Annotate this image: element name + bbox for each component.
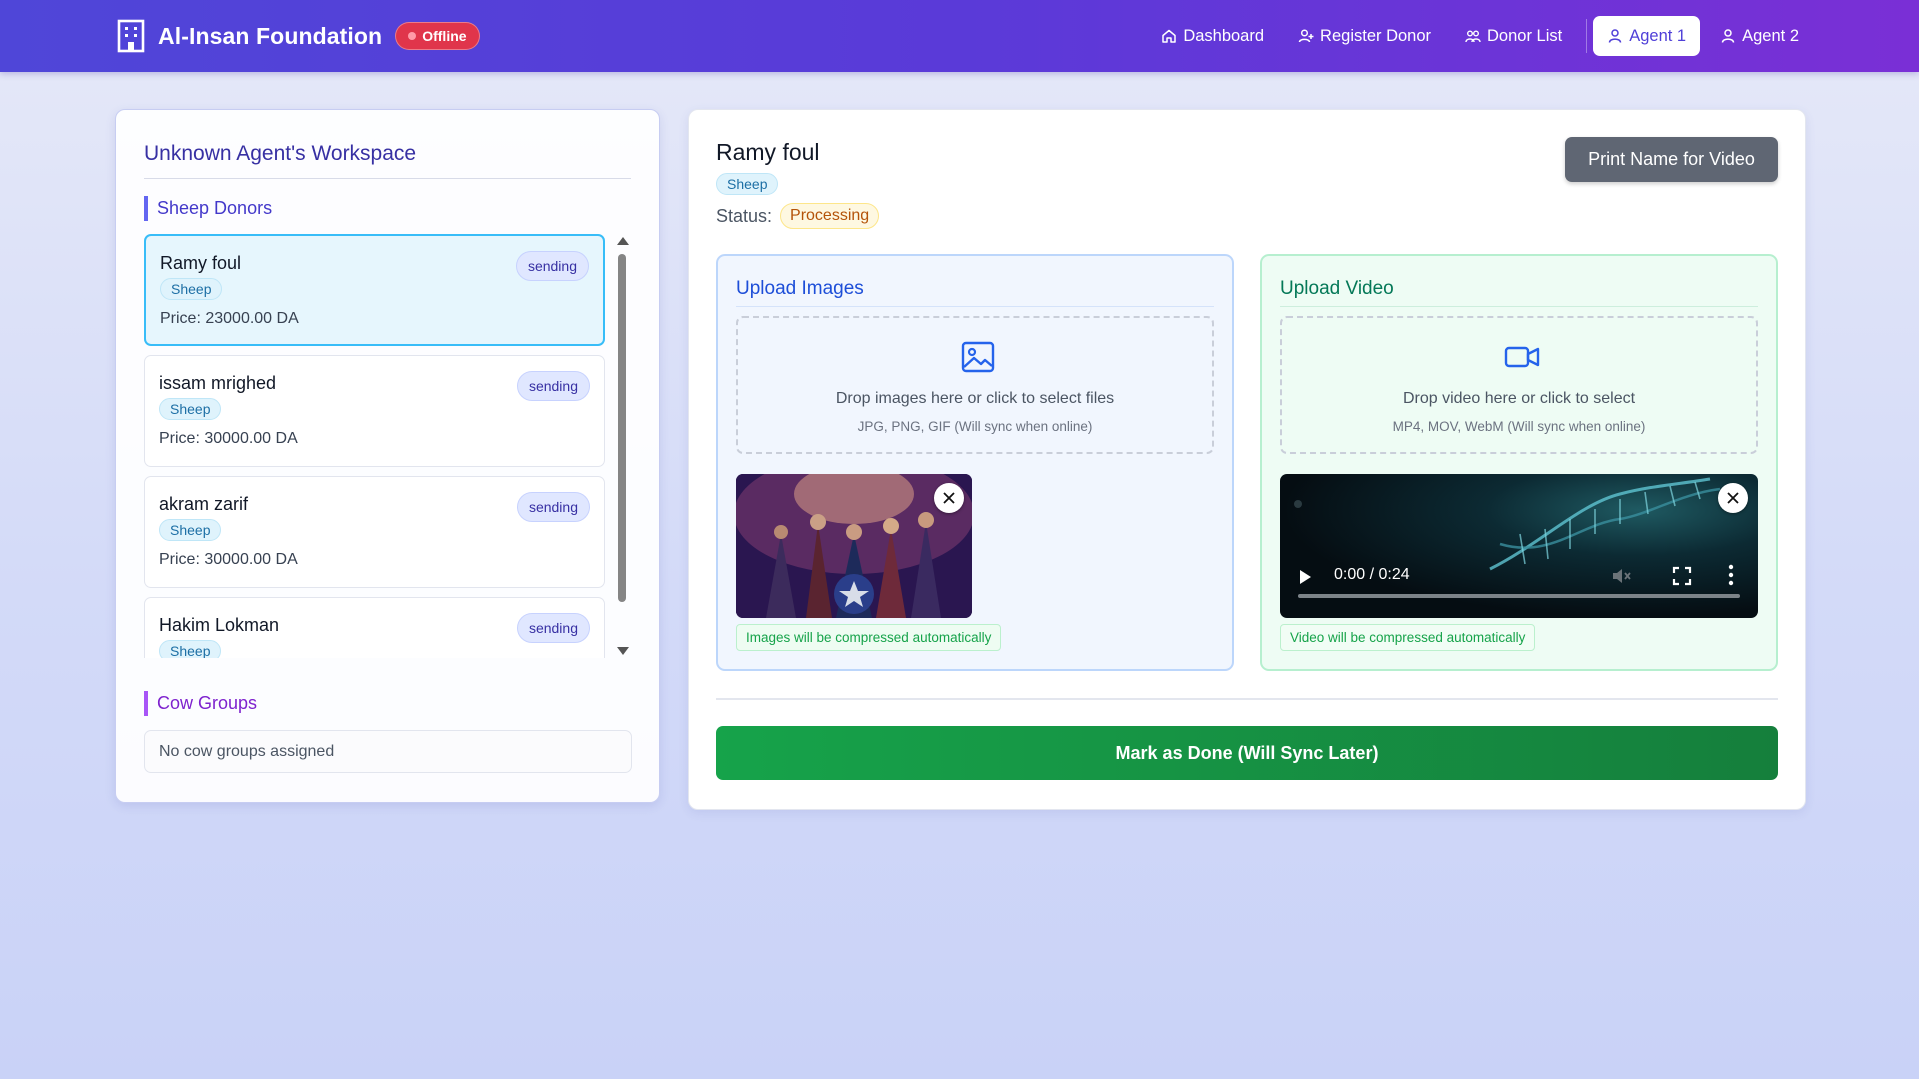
cow-groups-heading: Cow Groups — [144, 691, 257, 716]
close-icon — [943, 492, 955, 504]
nav-register-donor[interactable]: Register Donor — [1284, 16, 1445, 56]
user-icon — [1608, 29, 1622, 43]
nav-register-label: Register Donor — [1320, 26, 1432, 45]
image-dropzone[interactable]: Drop images here or click to select file… — [736, 316, 1214, 454]
status-badge: sending — [516, 492, 590, 522]
video-player[interactable]: 0:00 / 0:24 — [1280, 474, 1758, 618]
video-controls: 0:00 / 0:24 — [1280, 548, 1758, 618]
donor-title: Ramy foul — [716, 139, 820, 165]
video-time: 0:00 / 0:24 — [1334, 566, 1410, 583]
nav-dashboard[interactable]: Dashboard — [1147, 16, 1278, 56]
video-compress-note: Video will be compressed automatically — [1280, 624, 1536, 651]
donor-price: Price: 23000.00 DA — [160, 310, 299, 327]
donor-card[interactable]: Ramy foul Sheep Price: 23000.00 DA sendi… — [144, 234, 605, 346]
video-progress-bar[interactable] — [1298, 594, 1740, 598]
offline-badge: Offline — [395, 22, 480, 50]
status-badge: sending — [516, 613, 590, 643]
mark-done-button[interactable]: Mark as Done (Will Sync Later) — [716, 726, 1778, 780]
image-icon — [961, 341, 995, 373]
upload-images-card: Upload Images Drop images here or click … — [716, 254, 1234, 671]
donor-card[interactable]: issam mrighed Sheep Price: 30000.00 DA s… — [144, 355, 605, 467]
building-icon — [117, 19, 145, 53]
image-drop-text: Drop images here or click to select file… — [835, 390, 1115, 407]
video-drop-text: Drop video here or click to select — [1402, 390, 1636, 407]
volume-muted-icon[interactable] — [1610, 565, 1632, 587]
remove-image-button[interactable] — [934, 483, 964, 513]
offline-label: Offline — [422, 28, 467, 44]
donor-price: Price: 30000.00 DA — [159, 430, 298, 447]
uploaded-image-thumbnail[interactable] — [736, 474, 972, 618]
remove-video-button[interactable] — [1718, 483, 1748, 513]
top-navbar: Al-Insan Foundation Offline Dashboard Re… — [0, 0, 1919, 72]
donor-detail-panel: Ramy foul Sheep Status: Processing Print… — [688, 109, 1806, 810]
donor-name: akram zarif — [159, 494, 249, 514]
cow-groups-empty: No cow groups assigned — [144, 730, 632, 773]
image-compress-note: Images will be compressed automatically — [736, 624, 1002, 651]
type-badge: Sheep — [159, 519, 222, 541]
upload-video-title: Upload Video — [1280, 278, 1394, 299]
type-badge: Sheep — [159, 398, 222, 420]
user-icon — [1721, 29, 1735, 43]
scroll-up-icon[interactable] — [617, 237, 629, 245]
nav-donor-list-label: Donor List — [1487, 26, 1563, 45]
nav-agent-2[interactable]: Agent 2 — [1706, 16, 1813, 56]
fullscreen-icon[interactable] — [1672, 566, 1692, 586]
workspace-panel: Unknown Agent's Workspace Sheep Donors R… — [115, 109, 660, 803]
nav-links: Dashboard Register Donor Donor List Agen… — [1141, 16, 1813, 56]
donor-name: Ramy foul — [160, 253, 242, 273]
users-icon — [1465, 30, 1481, 43]
donor-card[interactable]: Hakim Lokman Sheep sending — [144, 597, 605, 658]
donor-price: Price: 30000.00 DA — [159, 551, 298, 568]
type-badge: Sheep — [160, 278, 223, 300]
status-badge: Processing — [780, 203, 880, 229]
nav-separator — [1586, 19, 1588, 53]
workspace-divider — [144, 178, 631, 179]
nav-agent-1-label: Agent 1 — [1629, 26, 1687, 45]
type-badge: Sheep — [716, 173, 779, 195]
more-options-icon[interactable] — [1728, 564, 1734, 586]
status-label: Status: — [716, 205, 773, 226]
user-plus-icon — [1298, 29, 1314, 43]
close-icon — [1727, 492, 1739, 504]
nav-agent-1[interactable]: Agent 1 — [1593, 16, 1701, 56]
brand-title: Al-Insan Foundation — [158, 22, 383, 49]
print-name-button[interactable]: Print Name for Video — [1565, 137, 1778, 182]
brand[interactable]: Al-Insan Foundation Offline — [116, 19, 480, 53]
nav-donor-list[interactable]: Donor List — [1451, 16, 1576, 56]
offline-dot-icon — [408, 32, 417, 40]
scroll-thumb[interactable] — [618, 254, 626, 602]
donor-name: Hakim Lokman — [159, 615, 280, 635]
home-icon — [1162, 29, 1177, 43]
type-badge: Sheep — [159, 640, 222, 658]
sheep-donor-list[interactable]: Ramy foul Sheep Price: 23000.00 DA sendi… — [144, 234, 614, 658]
donor-list-scrollbar[interactable] — [616, 234, 629, 658]
sheep-donors-heading: Sheep Donors — [144, 196, 272, 221]
video-dropzone[interactable]: Drop video here or click to select MP4, … — [1280, 316, 1758, 454]
status-badge: sending — [516, 371, 590, 401]
nav-agent-2-label: Agent 2 — [1742, 26, 1799, 45]
divider — [716, 698, 1778, 700]
upload-images-title: Upload Images — [736, 278, 864, 299]
nav-dashboard-label: Dashboard — [1183, 26, 1265, 45]
workspace-title: Unknown Agent's Workspace — [144, 142, 417, 165]
status-line: Status: Processing — [716, 203, 880, 229]
scroll-down-icon[interactable] — [617, 647, 629, 655]
donor-card[interactable]: akram zarif Sheep Price: 30000.00 DA sen… — [144, 476, 605, 588]
divider — [1280, 306, 1758, 307]
status-badge: sending — [515, 251, 589, 281]
divider — [736, 306, 1214, 307]
donor-name: issam mrighed — [159, 373, 277, 393]
image-drop-subtext: JPG, PNG, GIF (Will sync when online) — [857, 419, 1093, 434]
video-camera-icon — [1504, 346, 1540, 368]
play-icon[interactable] — [1300, 570, 1311, 584]
upload-video-card: Upload Video Drop video here or click to… — [1260, 254, 1778, 671]
video-drop-subtext: MP4, MOV, WebM (Will sync when online) — [1392, 419, 1646, 434]
